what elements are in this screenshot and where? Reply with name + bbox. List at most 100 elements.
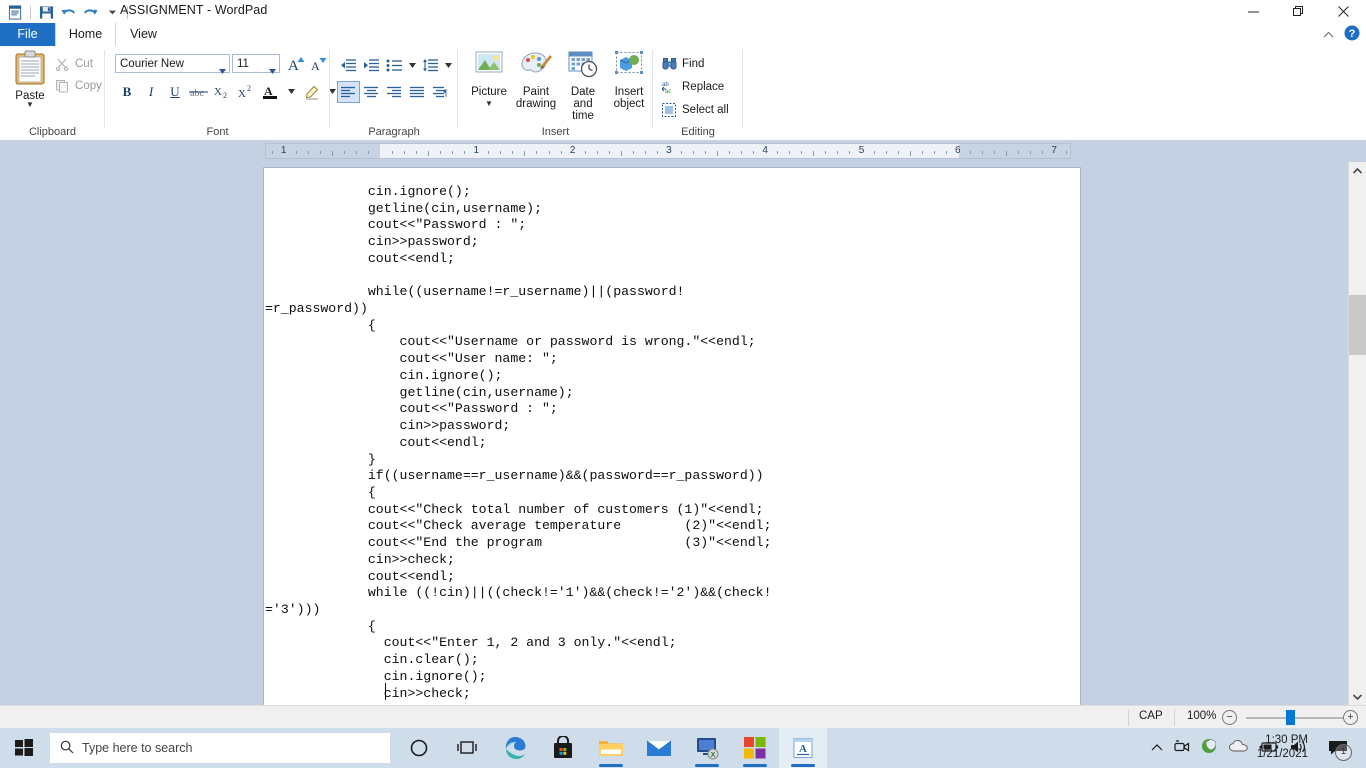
strikethrough-button[interactable]: abc (187, 80, 211, 103)
insert-object-button[interactable]: Insert object (606, 50, 652, 110)
meet-now-icon[interactable] (1174, 740, 1190, 757)
bullets-dropdown[interactable] (406, 54, 419, 76)
cortana-icon[interactable] (395, 728, 443, 768)
paragraph-settings-button[interactable]: ¶ (429, 81, 452, 103)
document-text[interactable]: cin.ignore(); getline(cin,username); cou… (264, 184, 1080, 702)
text-color-button[interactable]: A (259, 80, 283, 103)
increase-indent-button[interactable] (360, 54, 383, 76)
date-time-label-1: Date and (560, 86, 606, 110)
align-left-button[interactable] (337, 81, 360, 103)
onedrive-icon[interactable] (1229, 740, 1248, 756)
paste-dropdown-caret[interactable]: ▼ (8, 101, 52, 109)
help-icon[interactable]: ? (1344, 25, 1360, 44)
ruler-tick (789, 151, 790, 154)
insert-paint-drawing-button[interactable]: Paint drawing (513, 50, 559, 110)
svg-text:?: ? (1349, 28, 1356, 40)
font-family-combobox[interactable]: Courier New (115, 54, 230, 73)
insert-picture-button[interactable]: Picture ▼ (466, 50, 512, 110)
task-view-icon[interactable] (443, 728, 491, 768)
superscript-button[interactable]: X2 (235, 80, 259, 103)
tab-view[interactable]: View (114, 23, 173, 46)
document-page[interactable]: cin.ignore(); getline(cin,username); cou… (264, 168, 1080, 705)
mail-icon[interactable] (635, 728, 683, 768)
zoom-slider-track[interactable] (1246, 717, 1344, 719)
microsoft-office-icon[interactable] (731, 728, 779, 768)
shrink-font-button[interactable]: A (307, 52, 329, 74)
save-icon[interactable] (35, 2, 57, 22)
find-button[interactable]: Find (659, 52, 729, 75)
justify-button[interactable] (406, 81, 429, 103)
minimize-button[interactable] (1231, 0, 1276, 23)
document-line: cin>>password; (264, 418, 1080, 435)
windows-start-button[interactable] (0, 728, 48, 768)
ruler-tick (1042, 151, 1043, 154)
replace-button[interactable]: abac Replace (659, 75, 729, 98)
remote-desktop-icon[interactable]: X (683, 728, 731, 768)
wordpad-taskbar-icon[interactable]: A (779, 728, 827, 768)
bold-button[interactable]: B (115, 80, 139, 103)
align-center-button[interactable] (360, 81, 383, 103)
italic-button[interactable]: I (139, 80, 163, 103)
restore-button[interactable] (1276, 0, 1321, 23)
show-hidden-icons-button[interactable] (1151, 741, 1163, 755)
microsoft-store-icon[interactable] (539, 728, 587, 768)
scroll-up-button[interactable] (1349, 162, 1366, 179)
ruler-tick (1030, 151, 1031, 154)
zoom-in-button[interactable]: + (1343, 710, 1358, 725)
svg-text:A: A (288, 58, 299, 72)
scrollbar-thumb[interactable] (1349, 295, 1366, 355)
zoom-out-button[interactable]: − (1222, 710, 1237, 725)
chevron-down-icon[interactable] (219, 62, 226, 67)
undo-icon[interactable] (57, 2, 79, 22)
redo-icon[interactable] (79, 2, 101, 22)
notification-center-button[interactable]: 1 (1316, 728, 1360, 768)
ruler-tick (512, 151, 513, 154)
paste-button[interactable]: Paste ▼ (8, 50, 52, 109)
file-explorer-icon[interactable] (587, 728, 635, 768)
align-right-button[interactable] (383, 81, 406, 103)
search-placeholder: Type here to search (82, 741, 192, 755)
chevron-down-icon[interactable] (269, 62, 276, 67)
document-area[interactable]: cin.ignore(); getline(cin,username); cou… (0, 162, 1366, 705)
underline-button[interactable]: U (163, 80, 187, 103)
line-spacing-button[interactable] (419, 54, 442, 76)
grow-font-button[interactable]: A (285, 52, 307, 74)
security-icon[interactable] (1201, 738, 1218, 758)
ruler-tick (332, 151, 333, 156)
document-line: cout<<"Check average temperature (2)"<<e… (264, 518, 1080, 535)
copy-button[interactable]: Copy (52, 75, 102, 97)
zoom-slider-thumb[interactable] (1286, 710, 1295, 725)
picture-dropdown-caret[interactable]: ▼ (466, 98, 512, 110)
tab-home[interactable]: Home (55, 23, 116, 47)
collapse-ribbon-icon[interactable] (1323, 28, 1334, 42)
document-line: cout<<"User name: "; (264, 351, 1080, 368)
tab-file[interactable]: File (0, 23, 55, 46)
close-button[interactable] (1321, 0, 1366, 23)
cut-button[interactable]: Cut (52, 53, 102, 75)
line-spacing-dropdown[interactable] (442, 54, 455, 76)
ruler[interactable]: 11234567 (265, 143, 1071, 159)
scroll-down-button[interactable] (1349, 688, 1366, 705)
document-line: cin.ignore(); (264, 184, 1080, 201)
bullets-button[interactable] (383, 54, 406, 76)
highlight-button[interactable] (300, 80, 324, 103)
taskbar-search-box[interactable]: Type here to search (50, 733, 390, 763)
vertical-scrollbar[interactable] (1348, 162, 1366, 705)
find-binoculars-icon (661, 56, 677, 72)
text-color-dropdown[interactable] (283, 80, 300, 103)
microsoft-edge-icon[interactable] (491, 728, 539, 768)
ribbon-group-editing: Find abac Replace Select all Editing (653, 46, 743, 140)
ruler-number: 1 (474, 145, 480, 156)
status-bar: CAP 100% − + (0, 705, 1366, 729)
taskbar-clock[interactable]: 1:30 PM 1/21/2021 (1257, 733, 1308, 761)
ruler-number: 4 (762, 145, 768, 156)
font-size-combobox[interactable]: 11 (232, 54, 280, 73)
subscript-button[interactable]: X2 (211, 80, 235, 103)
select-all-button[interactable]: Select all (659, 98, 729, 121)
decrease-indent-button[interactable] (337, 54, 360, 76)
wordpad-app-icon[interactable] (4, 2, 26, 22)
insert-date-time-button[interactable]: Date and time (560, 50, 606, 122)
ruler-tick (1018, 151, 1019, 154)
document-line: cin>>check; (264, 552, 1080, 569)
ruler-tick (609, 151, 610, 154)
